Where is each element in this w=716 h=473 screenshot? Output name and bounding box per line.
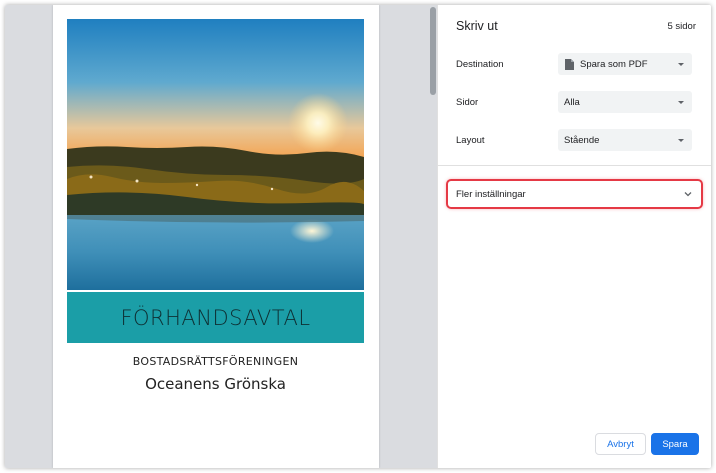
print-settings-panel: Skriv ut 5 sidor Destination Spara som P… bbox=[437, 5, 711, 468]
destination-select[interactable]: Spara som PDF bbox=[558, 53, 692, 75]
destination-label: Destination bbox=[456, 59, 504, 70]
pages-select[interactable]: Alla bbox=[558, 91, 692, 113]
document-subtitle: BOSTADSRÄTTSFÖRENINGEN bbox=[132, 355, 299, 368]
layout-label: Layout bbox=[456, 135, 485, 146]
layout-value: Stående bbox=[564, 134, 600, 146]
document-title: FÖRHANDSAVTAL bbox=[120, 305, 311, 330]
print-dialog-window: FÖRHANDSAVTAL BOSTADSRÄTTSFÖRENINGEN Oce… bbox=[5, 5, 711, 468]
section-divider bbox=[438, 165, 711, 166]
cancel-button[interactable]: Avbryt bbox=[595, 433, 646, 455]
chevron-down-icon bbox=[678, 63, 684, 66]
print-preview-area: FÖRHANDSAVTAL BOSTADSRÄTTSFÖRENINGEN Oce… bbox=[5, 5, 437, 468]
document-name: Oceanens Grönska bbox=[145, 375, 286, 393]
more-settings-label: Fler inställningar bbox=[456, 188, 526, 200]
chevron-down-icon bbox=[678, 101, 684, 104]
dialog-title: Skriv ut bbox=[456, 19, 498, 33]
preview-page: FÖRHANDSAVTAL BOSTADSRÄTTSFÖRENINGEN Oce… bbox=[53, 5, 379, 468]
more-settings-toggle[interactable]: Fler inställningar bbox=[446, 179, 703, 209]
page-count: 5 sidor bbox=[667, 21, 696, 32]
layout-select[interactable]: Stående bbox=[558, 129, 692, 151]
save-button[interactable]: Spara bbox=[651, 433, 699, 455]
cover-photo bbox=[67, 19, 364, 290]
pages-value: Alla bbox=[564, 96, 580, 108]
preview-scrollbar[interactable] bbox=[429, 5, 437, 468]
scrollbar-thumb[interactable] bbox=[430, 7, 436, 95]
chevron-down-icon bbox=[684, 192, 692, 197]
title-band: FÖRHANDSAVTAL bbox=[67, 292, 364, 343]
chevron-down-icon bbox=[678, 139, 684, 142]
destination-value: Spara som PDF bbox=[580, 58, 648, 70]
file-icon bbox=[565, 58, 574, 70]
pages-label: Sidor bbox=[456, 97, 479, 108]
